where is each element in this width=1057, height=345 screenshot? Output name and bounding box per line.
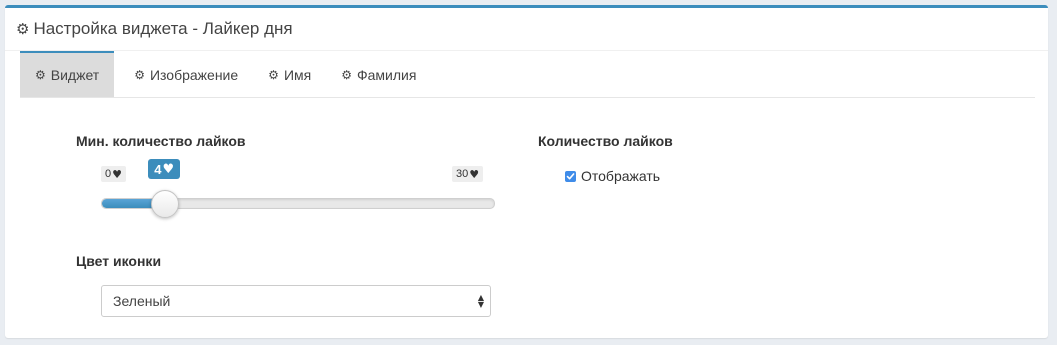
- slider-min-value: 0: [105, 168, 112, 180]
- show-likes-row: Отображать: [565, 168, 660, 184]
- icon-color-selected: Зеленый: [113, 293, 171, 309]
- panel-header: ⚙ Настройка виджета - Лайкер дня: [5, 8, 1048, 51]
- show-likes-checkbox[interactable]: [565, 170, 576, 182]
- heart-icon: ♥: [112, 167, 122, 181]
- likes-count-label: Количество лайков: [538, 133, 673, 149]
- slider-max-value: 30: [456, 168, 469, 180]
- heart-icon: ♥: [469, 167, 480, 181]
- select-arrows-icon: ▲ ▼: [477, 293, 484, 309]
- gear-icon: ⚙: [134, 68, 145, 82]
- slider-max-badge: 30 ♥: [452, 166, 484, 182]
- slider-current-value: 4: [154, 161, 162, 177]
- tab-label: Имя: [283, 67, 312, 83]
- gear-icon: ⚙: [35, 68, 46, 82]
- tab-label: Фамилия: [356, 67, 417, 83]
- gear-icon: ⚙: [16, 19, 30, 38]
- checkmark-icon: [566, 172, 575, 179]
- tab-first-name[interactable]: ⚙ Имя: [253, 51, 326, 97]
- tab-widget[interactable]: ⚙ Виджет: [20, 51, 115, 97]
- icon-color-label: Цвет иконки: [76, 253, 162, 269]
- panel-title: Настройка виджета - Лайкер дня: [33, 19, 293, 38]
- heart-icon: ♥: [162, 161, 175, 177]
- tab-last-name[interactable]: ⚙ Фамилия: [326, 51, 431, 97]
- tab-label: Виджет: [50, 67, 100, 83]
- tab-label: Изображение: [149, 67, 239, 83]
- slider-current-badge: 4 ♥: [148, 159, 181, 179]
- gear-icon: ⚙: [341, 68, 352, 82]
- min-likes-label: Мин. количество лайков: [76, 133, 246, 149]
- tab-image[interactable]: ⚙ Изображение: [119, 51, 253, 97]
- widget-settings-panel: ⚙ Настройка виджета - Лайкер дня ⚙ Видже…: [5, 5, 1048, 338]
- slider-handle[interactable]: [151, 190, 180, 218]
- gear-icon: ⚙: [268, 68, 279, 82]
- settings-tabs: ⚙ Виджет ⚙ Изображение ⚙ Имя ⚙ Фамилия: [20, 51, 1035, 98]
- icon-color-select[interactable]: Зеленый ▲ ▼: [101, 285, 491, 317]
- show-likes-label: Отображать: [581, 168, 661, 184]
- slider-min-badge: 0 ♥: [101, 166, 126, 182]
